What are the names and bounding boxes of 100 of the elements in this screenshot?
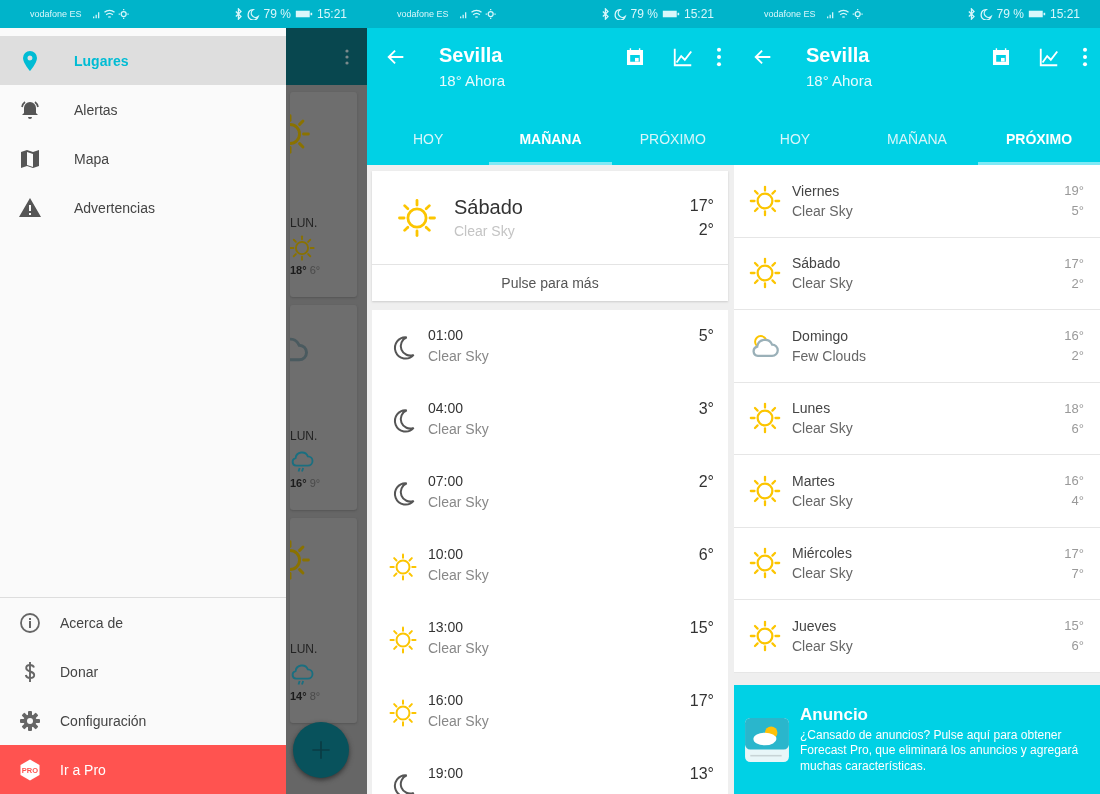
- hour-time: 13:00: [428, 619, 465, 635]
- drawer-item[interactable]: Alertas: [0, 85, 286, 134]
- add-button[interactable]: [293, 722, 349, 778]
- app-icon: [744, 716, 790, 763]
- day-row[interactable]: Jueves Clear Sky 15° 6°: [734, 600, 1100, 672]
- temperature: 15°: [689, 619, 714, 637]
- sun-icon: [748, 183, 782, 218]
- battery-percent: 79 %: [996, 7, 1024, 21]
- day-label: LUN.: [290, 216, 319, 230]
- drawer-item[interactable]: Advertencias: [0, 183, 286, 232]
- signal-wifi-brightness-icon: [458, 8, 499, 20]
- hour-time: 19:00: [428, 765, 465, 781]
- low-temp: 2°: [1071, 275, 1084, 291]
- sun-icon: [388, 698, 418, 728]
- drawer-item[interactable]: Mapa: [0, 134, 286, 183]
- battery-icon: [661, 9, 680, 19]
- ad-title: Anuncio: [800, 704, 869, 725]
- gear-icon: [18, 708, 42, 733]
- temperature: 6°: [698, 546, 714, 564]
- condition-text: Clear Sky: [428, 640, 490, 656]
- day-label: LUN.: [290, 429, 319, 443]
- chart-icon[interactable]: [1038, 46, 1060, 68]
- sun-icon: [396, 196, 438, 239]
- temperature: 2°: [698, 473, 714, 491]
- city-title: Sevilla: [806, 44, 871, 67]
- condition-text: Clear Sky: [792, 565, 854, 582]
- day-name: Miércoles: [792, 545, 853, 562]
- day-row[interactable]: Miércoles Clear Sky 17° 7°: [734, 527, 1100, 599]
- battery-percent: 79 %: [630, 7, 658, 21]
- calendar-icon[interactable]: [990, 46, 1012, 68]
- sun-icon: [388, 625, 418, 655]
- more-options-icon: [345, 48, 349, 65]
- day-row[interactable]: Sábado Clear Sky 17° 2°: [734, 237, 1100, 309]
- drawer-item[interactable]: Acerca de: [0, 598, 286, 647]
- battery-icon: [294, 9, 313, 19]
- signal-wifi-brightness-icon: [825, 8, 866, 20]
- high-temp: 16°: [290, 477, 307, 489]
- high-temp: 18°: [1064, 400, 1084, 416]
- calendar-icon[interactable]: [624, 46, 646, 68]
- sun-icon: [748, 546, 782, 581]
- condition-text: Clear Sky: [792, 492, 854, 509]
- day-row[interactable]: Lunes Clear Sky 18° 6°: [734, 382, 1100, 454]
- temperature: 17°: [689, 692, 714, 710]
- low-temp: 6°: [1071, 420, 1084, 436]
- high-temp: 16°: [1064, 473, 1084, 489]
- bluetooth-moon-icon: [600, 8, 627, 20]
- sun-icon: [388, 552, 418, 582]
- more-link[interactable]: Pulse para más: [372, 265, 728, 301]
- sun-icon: [748, 618, 782, 653]
- sun-icon: [748, 256, 782, 291]
- carrier-name: vodafone ES: [30, 9, 82, 19]
- drawer-item[interactable]: Configuración: [0, 696, 286, 745]
- day-name: Lunes: [792, 400, 832, 417]
- battery-percent: 79 %: [263, 7, 291, 21]
- high-temp: 15°: [1064, 618, 1084, 634]
- day-name: Jueves: [792, 617, 838, 634]
- chart-icon[interactable]: [672, 46, 694, 68]
- condition-text: Few Clouds: [792, 347, 867, 364]
- temperature: 13°: [689, 765, 714, 783]
- low-temp: 2°: [1071, 348, 1084, 364]
- drawer-item[interactable]: Donar: [0, 647, 286, 696]
- low-temp: 5°: [1071, 203, 1084, 219]
- day-row[interactable]: Martes Clear Sky 16° 4°: [734, 455, 1100, 527]
- more-options-icon[interactable]: [716, 46, 722, 68]
- clock-time: 15:21: [683, 7, 714, 21]
- high-temp: 18°: [290, 264, 307, 276]
- city-title: Sevilla: [439, 44, 504, 67]
- temperature: 5°: [698, 327, 714, 345]
- battery-icon: [1027, 9, 1046, 19]
- hour-time: 04:00: [428, 400, 465, 416]
- sun-icon: [290, 234, 316, 262]
- condition-text: Clear Sky: [428, 713, 490, 729]
- high-temp: 19°: [1064, 183, 1084, 199]
- day-name: Martes: [792, 472, 836, 489]
- day-row[interactable]: Domingo Few Clouds 16° 2°: [734, 310, 1100, 382]
- high-temp: 17°: [689, 196, 714, 215]
- high-temp: 14°: [290, 690, 307, 702]
- condition-text: Clear Sky: [428, 421, 490, 437]
- condition-text: Clear Sky: [428, 567, 490, 583]
- day-label: LUN.: [290, 642, 319, 656]
- high-temp: 17°: [1064, 255, 1084, 271]
- day-summary-card[interactable]: Sábado Clear Sky 17° 2° Pulse para más: [372, 171, 728, 301]
- carrier-name: vodafone ES: [764, 9, 816, 19]
- day-name: Sábado: [454, 196, 524, 219]
- more-options-icon[interactable]: [1082, 46, 1088, 68]
- current-temperature: 18° Ahora: [439, 72, 507, 89]
- sun-icon: [748, 473, 782, 508]
- day-row[interactable]: Viernes Clear Sky 19° 5°: [734, 165, 1100, 237]
- condition-text: Clear Sky: [428, 348, 490, 364]
- condition-text: Clear Sky: [428, 494, 490, 510]
- ad-text: ¿Cansado de anuncios? Pulse aquí para obtener Forecast Pro, que eliminará los anuncios y agregará muchas características.: [800, 727, 1080, 775]
- sun-icon: [748, 401, 782, 436]
- clock-time: 15:21: [1049, 7, 1080, 21]
- hour-time: 01:00: [428, 327, 465, 343]
- condition-text: Clear Sky: [454, 223, 516, 239]
- high-temp: 16°: [1064, 328, 1084, 344]
- clock-time: 15:21: [316, 7, 347, 21]
- high-temp: 17°: [1064, 545, 1084, 561]
- signal-wifi-brightness-icon: [91, 8, 132, 20]
- condition-text: Clear Sky: [792, 202, 854, 219]
